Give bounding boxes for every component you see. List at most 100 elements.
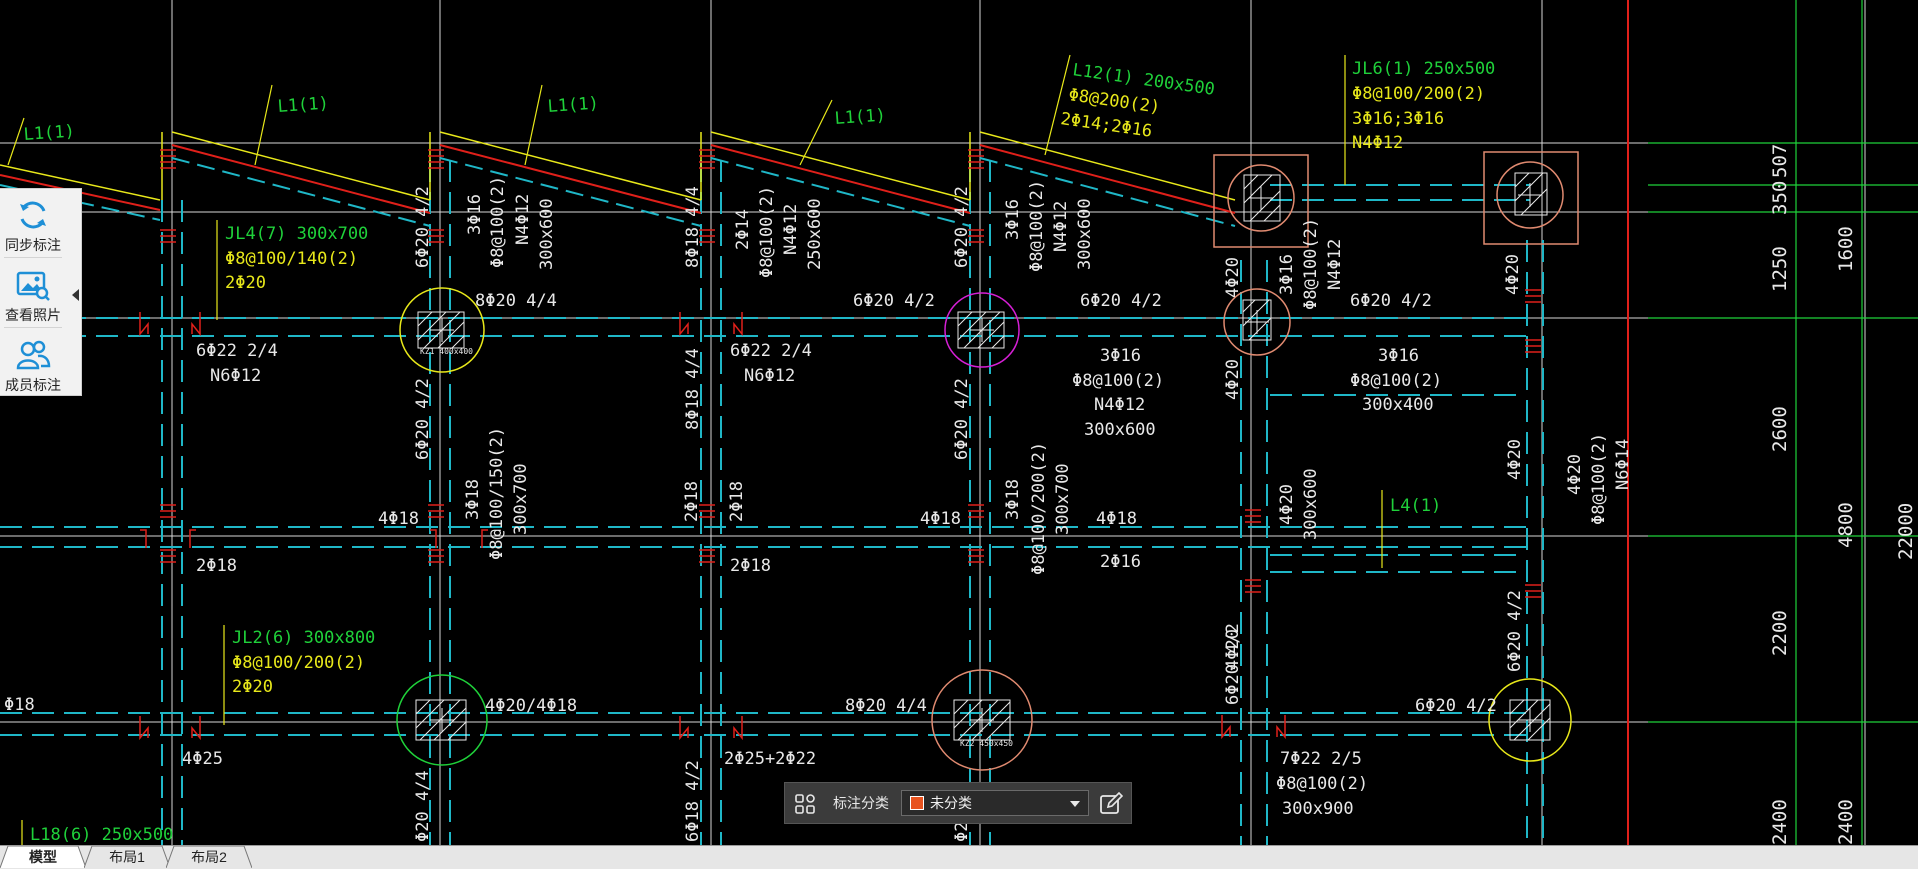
member-annotation-button[interactable]: 成员标注: [0, 329, 66, 395]
label-v9: N4Φ12: [781, 204, 801, 255]
label-v34: 300x600: [1301, 468, 1321, 540]
grid-apps-icon[interactable]: [795, 794, 815, 814]
beam-tag-jl6-line4: N4Φ12: [1352, 133, 1403, 153]
cad-drawing-canvas[interactable]: L1(1) L1(1) L1(1) L1(1) L12(1) 200x500 J…: [0, 0, 1918, 845]
label-t1: 8Φ20 4/4: [475, 291, 557, 311]
annotation-category-select[interactable]: 未分类: [901, 790, 1089, 816]
tab-model[interactable]: 模型: [0, 846, 86, 868]
label-v24: 3Φ18: [463, 479, 483, 520]
label-t16: 4Φ18: [378, 509, 419, 529]
label-v15: 300x600: [1075, 198, 1095, 270]
label-v40: 6Φ20 4/2: [1505, 590, 1525, 672]
column-tag-c2: KZ2 450x450: [960, 739, 1013, 748]
label-v2: 3Φ16: [465, 194, 485, 235]
label-v30: Φ8@100/200(2): [1029, 442, 1049, 575]
members-icon: [16, 340, 51, 370]
label-v20: 4Φ20: [1503, 254, 1523, 295]
label-t20: 4Φ18: [1096, 509, 1137, 529]
label-v29: 3Φ18: [1003, 479, 1023, 520]
label-v23: 6Φ20 4/2: [952, 378, 972, 460]
dim-d1: 350: [1769, 181, 1791, 215]
label-t15: 300x400: [1362, 395, 1434, 415]
label-t9: 3Φ16: [1100, 346, 1141, 366]
label-t3: 6Φ20 4/2: [1080, 291, 1162, 311]
label-t25: 4Φ25: [182, 749, 223, 769]
sync-annotation-label: 同步标注: [5, 237, 61, 253]
dim-d9: 2400: [1835, 799, 1857, 845]
label-t6: N6Φ12: [210, 366, 261, 386]
dim-d2: 507: [1769, 144, 1791, 178]
beam-tag-jl2-line1: JL2(6) 300x800: [232, 628, 375, 648]
label-t18: 4Φ18: [920, 509, 961, 529]
edit-icon[interactable]: [1099, 792, 1123, 816]
label-v13: Φ8@100(2): [1027, 180, 1047, 272]
beam-tag-l1b: L1(1): [277, 93, 329, 117]
label-t21: 2Φ16: [1100, 552, 1141, 572]
toolbar-divider: [4, 327, 62, 328]
label-v36: 4Φ20: [1565, 454, 1585, 495]
view-photo-button[interactable]: 查看照片: [0, 259, 66, 325]
label-t11: N4Φ12: [1094, 395, 1145, 415]
sync-icon: [20, 201, 46, 229]
column-tag-c1: KZ1 400x400: [420, 347, 473, 356]
label-v5: 300x600: [537, 198, 557, 270]
label-v32: 4Φ20: [1223, 359, 1243, 400]
beam-tag-jl4-line3: 2Φ20: [225, 273, 266, 293]
label-t22: 4Φ20/4Φ18: [485, 696, 577, 716]
label-v14: N4Φ12: [1051, 201, 1071, 252]
label-v28: 2Φ18: [727, 481, 747, 522]
label-t7: 6Φ22 2/4: [730, 341, 812, 361]
label-v1: 6Φ20 4/2: [413, 186, 433, 268]
label-v33: 4Φ20: [1277, 484, 1297, 525]
tab-model-label: 模型: [29, 849, 57, 865]
tab-layout1-label: 布局1: [109, 849, 145, 865]
label-v12: 3Φ16: [1003, 199, 1023, 240]
label-v19: N4Φ12: [1325, 239, 1345, 290]
view-photo-label: 查看照片: [5, 307, 61, 323]
label-v18: Φ8@100(2): [1301, 218, 1321, 310]
label-v44: 4Φ20: [1223, 629, 1243, 670]
tab-layout2-label: 布局2: [191, 849, 227, 865]
label-v22: 8Φ18 4/4: [683, 348, 703, 430]
label-t24: 6Φ20 4/2: [1415, 696, 1497, 716]
label-v17: 3Φ16: [1277, 254, 1297, 295]
annotation-category-label: 标注分类: [833, 795, 889, 811]
beam-tag-jl6-line1: JL6(1) 250x500: [1352, 59, 1495, 79]
label-t30: Φ18: [4, 695, 35, 715]
label-t10: Φ8@100(2): [1072, 371, 1164, 391]
beam-tag-jl2-line3: 2Φ20: [232, 677, 273, 697]
tab-layout1[interactable]: 布局1: [84, 846, 170, 868]
label-v41: Φ20 4/4: [413, 770, 433, 842]
label-v38: N6Φ14: [1613, 439, 1633, 490]
beam-tag-jl4-line2: Φ8@100/140(2): [225, 249, 358, 269]
label-v6: 8Φ18 4/4: [683, 186, 703, 268]
label-v4: N4Φ12: [513, 194, 533, 245]
label-t26: 2Φ25+2Φ22: [724, 749, 816, 769]
dim-d10: 22000: [1895, 503, 1917, 560]
left-floating-toolbar: 同步标注 查看照片 成员标注: [0, 188, 82, 396]
label-v27: 2Φ18: [682, 481, 702, 522]
dim-d3: 1250: [1769, 246, 1791, 292]
tab-layout2[interactable]: 布局2: [166, 846, 252, 868]
label-v21: 6Φ20 4/2: [413, 378, 433, 460]
beam-tag-l18: L18(6) 250x500: [30, 825, 173, 845]
sync-annotation-button[interactable]: 同步标注: [0, 189, 66, 255]
label-v43: Φ2: [952, 822, 972, 842]
label-t14: Φ8@100(2): [1350, 371, 1442, 391]
beam-tag-jl2-line2: Φ8@100/200(2): [232, 653, 365, 673]
label-v37: Φ8@100(2): [1589, 433, 1609, 525]
beam-tag-l1a: L1(1): [23, 121, 75, 145]
beam-tag-l1c: L1(1): [547, 93, 599, 117]
label-t19: 2Φ18: [730, 556, 771, 576]
annotation-category-value: 未分类: [930, 795, 972, 811]
label-t4: 6Φ20 4/2: [1350, 291, 1432, 311]
label-v35: 4Φ20: [1505, 439, 1525, 480]
dim-d4: 1600: [1835, 226, 1857, 272]
layout-tab-bar: 模型 布局1 布局2: [0, 845, 1918, 869]
label-v7: 2Φ14: [733, 209, 753, 250]
label-t5: 6Φ22 2/4: [196, 341, 278, 361]
label-v8: Φ8@100(2): [757, 186, 777, 278]
collapse-toolbar-arrow-icon[interactable]: [72, 289, 79, 301]
label-v25: Φ8@100/150(2): [487, 427, 507, 560]
label-t8: N6Φ12: [744, 366, 795, 386]
